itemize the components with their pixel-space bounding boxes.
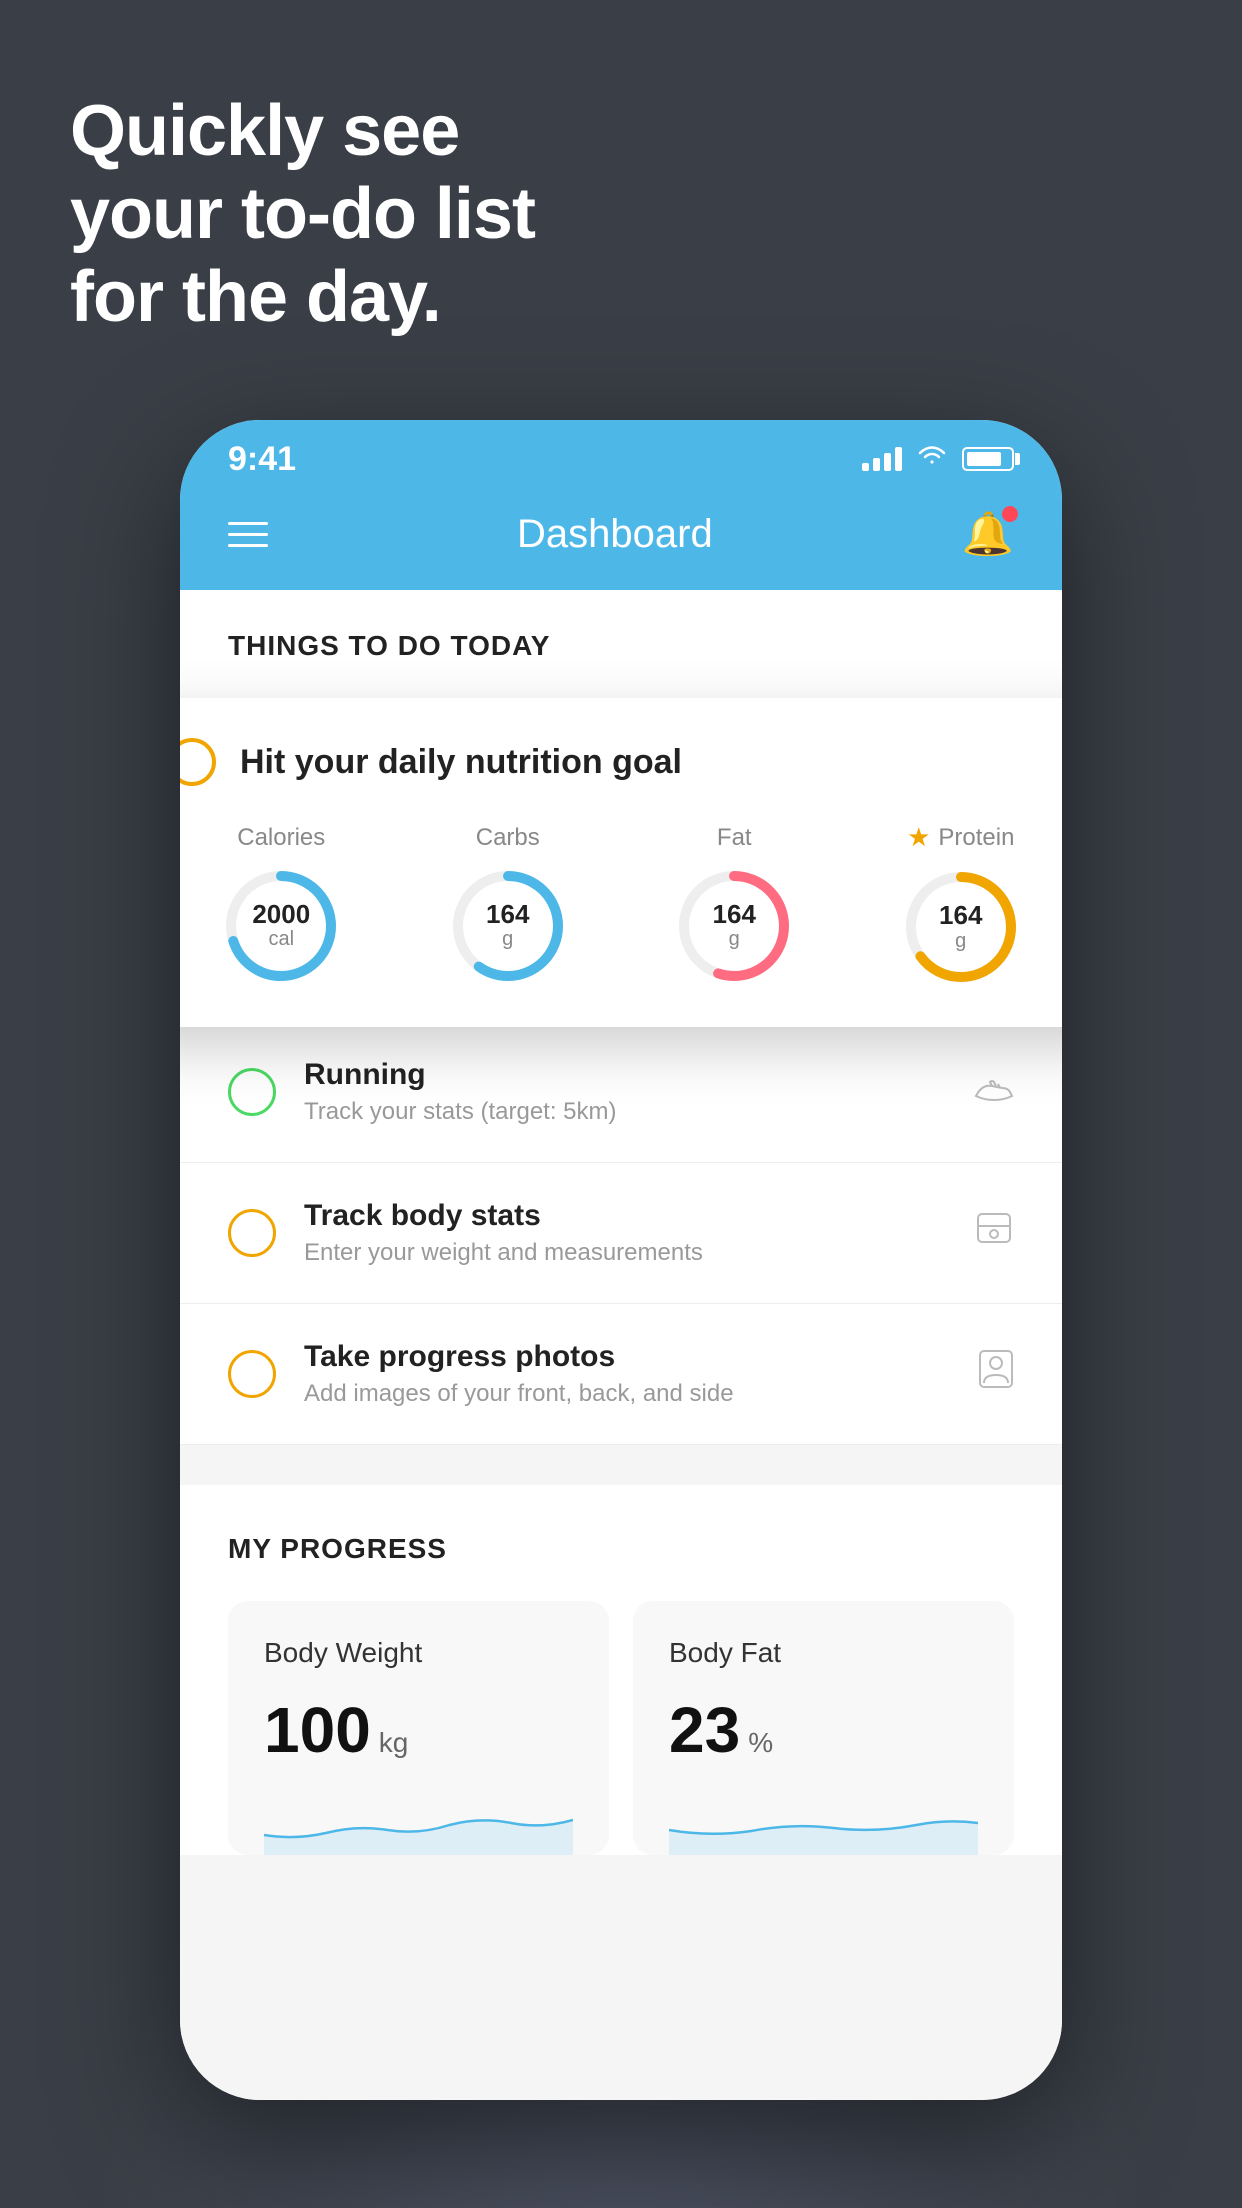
carbs-donut: 164 g [448,866,568,986]
todo-list: Running Track your stats (target: 5km) [180,1022,1062,1445]
body-fat-value: 23 [669,1693,740,1767]
todo-item-running[interactable]: Running Track your stats (target: 5km) [180,1022,1062,1163]
body-stats-circle [228,1209,276,1257]
photos-title: Take progress photos [304,1340,950,1374]
carbs-label: Carbs [476,824,540,852]
things-title: THINGS TO DO TODAY [228,630,1014,662]
progress-cards: Body Weight 100 kg [228,1601,1014,1855]
card-header: Hit your daily nutrition goal [180,738,1062,786]
nutrition-item-calories: Calories 2000 cal [221,824,341,986]
featured-nutrition-card[interactable]: Hit your daily nutrition goal Calories [180,698,1062,1027]
protein-label: ★ Protein [907,822,1014,853]
body-stats-text: Track body stats Enter your weight and m… [304,1199,946,1267]
star-icon: ★ [907,822,930,853]
body-weight-card[interactable]: Body Weight 100 kg [228,1601,609,1855]
main-content: THINGS TO DO TODAY Hit your daily nutrit… [180,590,1062,2100]
nutrition-card-title: Hit your daily nutrition goal [240,743,682,782]
running-circle [228,1068,276,1116]
body-weight-value-row: 100 kg [264,1693,573,1767]
person-icon [978,1349,1014,1399]
nutrition-item-carbs: Carbs 164 g [448,824,568,986]
headline-line1: Quickly see [70,90,535,173]
signal-icon [862,447,902,471]
battery-icon [962,447,1014,471]
app-background: Quickly see your to-do list for the day.… [0,0,1242,2208]
carbs-unit: g [486,928,529,951]
phone-frame: 9:41 [180,420,1062,2100]
notification-dot [1002,506,1018,522]
things-section: THINGS TO DO TODAY Hit your daily nutrit… [180,590,1062,702]
protein-donut: 164 g [901,867,1021,987]
status-bar: 9:41 [180,420,1062,490]
photos-subtitle: Add images of your front, back, and side [304,1380,950,1408]
status-icons [862,443,1014,475]
protein-unit: g [939,930,982,953]
protein-value: 164 [939,901,982,930]
body-fat-unit: % [748,1727,773,1759]
bell-icon-wrap[interactable]: 🔔 [962,510,1014,559]
status-time: 9:41 [228,440,296,479]
fat-donut: 164 g [674,866,794,986]
header-title: Dashboard [517,512,713,557]
progress-title: MY PROGRESS [228,1533,1014,1565]
photos-circle [228,1350,276,1398]
calories-value: 2000 [252,900,310,929]
wifi-icon [916,443,948,475]
photos-text: Take progress photos Add images of your … [304,1340,950,1408]
headline-line3: for the day. [70,256,535,339]
body-fat-card[interactable]: Body Fat 23 % [633,1601,1014,1855]
body-weight-unit: kg [379,1727,409,1759]
headline-line2: your to-do list [70,173,535,256]
running-subtitle: Track your stats (target: 5km) [304,1098,946,1126]
shoe-icon [974,1071,1014,1114]
body-stats-title: Track body stats [304,1199,946,1233]
todo-item-photos[interactable]: Take progress photos Add images of your … [180,1304,1062,1445]
fat-value: 164 [713,900,756,929]
nutrition-circle-checkbox[interactable] [180,738,216,786]
progress-section: MY PROGRESS Body Weight 100 kg [180,1485,1062,1855]
fat-label: Fat [717,824,752,852]
body-weight-value: 100 [264,1693,371,1767]
nutrition-item-protein: ★ Protein 164 g [901,822,1021,987]
nutrition-item-fat: Fat 164 g [674,824,794,986]
scale-icon [974,1210,1014,1256]
carbs-value: 164 [486,900,529,929]
fat-unit: g [713,928,756,951]
calories-label: Calories [237,824,325,852]
calories-unit: cal [252,928,310,951]
body-fat-card-title: Body Fat [669,1637,978,1669]
calories-donut: 2000 cal [221,866,341,986]
body-weight-card-title: Body Weight [264,1637,573,1669]
running-text: Running Track your stats (target: 5km) [304,1058,946,1126]
nutrition-grid: Calories 2000 cal [180,822,1062,987]
todo-item-body-stats[interactable]: Track body stats Enter your weight and m… [180,1163,1062,1304]
body-stats-subtitle: Enter your weight and measurements [304,1239,946,1267]
body-weight-chart [264,1795,573,1855]
running-title: Running [304,1058,946,1092]
headline: Quickly see your to-do list for the day. [70,90,535,338]
hamburger-icon[interactable] [228,522,268,547]
body-fat-chart [669,1795,978,1855]
body-fat-value-row: 23 % [669,1693,978,1767]
app-header: Dashboard 🔔 [180,490,1062,590]
